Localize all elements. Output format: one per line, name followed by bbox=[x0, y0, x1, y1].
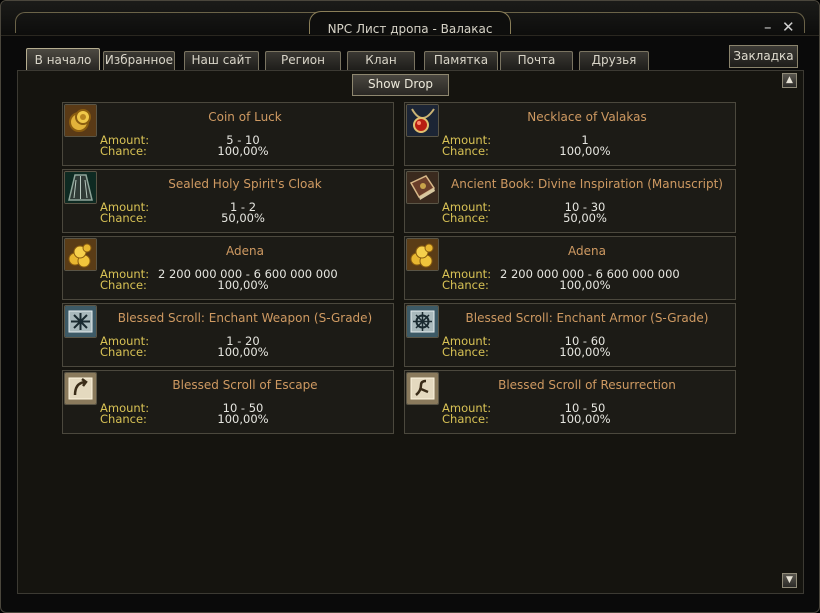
show-drop-button[interactable]: Show Drop bbox=[352, 74, 449, 96]
tab-favorites[interactable]: Избранное bbox=[103, 51, 175, 71]
minimize-icon[interactable]: – bbox=[764, 20, 772, 35]
bookmark-button[interactable]: Закладка bbox=[729, 45, 798, 68]
necklace-icon bbox=[406, 104, 439, 137]
drop-item-card: Blessed Scroll: Enchant Weapon (S-Grade)… bbox=[62, 303, 394, 367]
drop-item-card: Ancient Book: Divine Inspiration (Manusc… bbox=[404, 169, 736, 233]
chance-label: Chance: bbox=[442, 278, 489, 292]
chance-label: Chance: bbox=[442, 412, 489, 426]
chance-label: Chance: bbox=[100, 144, 147, 158]
drop-item-card: Blessed Scroll of Resurrection Amount: 1… bbox=[404, 370, 736, 434]
resurrection-scroll-icon bbox=[406, 372, 439, 405]
tab-our-site[interactable]: Наш сайт bbox=[184, 51, 259, 71]
chance-label: Chance: bbox=[442, 345, 489, 359]
chance-value: 50,00% bbox=[221, 211, 265, 225]
chance-value: 100,00% bbox=[559, 144, 611, 158]
item-name: Necklace of Valakas bbox=[527, 110, 647, 124]
tab-mail[interactable]: Почта bbox=[500, 51, 573, 71]
adena-icon bbox=[406, 238, 439, 271]
window-title: NPC Лист дропа - Валакас bbox=[327, 22, 493, 36]
chance-label: Chance: bbox=[100, 345, 147, 359]
weapon-scroll-icon bbox=[64, 305, 97, 338]
escape-scroll-icon bbox=[64, 372, 97, 405]
drop-item-card: Necklace of Valakas Amount: 1 Chance: 10… bbox=[404, 102, 736, 166]
gold-coin-icon bbox=[64, 104, 97, 137]
chance-value: 100,00% bbox=[217, 412, 269, 426]
drop-item-card: Adena Amount: 2 200 000 000 - 6 600 000 … bbox=[404, 236, 736, 300]
book-icon bbox=[406, 171, 439, 204]
tab-memo[interactable]: Памятка bbox=[424, 51, 498, 71]
scroll-up-button[interactable]: ▲ bbox=[782, 73, 797, 88]
cloak-icon bbox=[64, 171, 97, 204]
tab-friends[interactable]: Друзья bbox=[579, 51, 649, 71]
tab-region[interactable]: Регион bbox=[265, 51, 341, 71]
chance-label: Chance: bbox=[100, 211, 147, 225]
title-bar[interactable]: NPC Лист дропа - Валакас – ✕ bbox=[1, 1, 819, 36]
drop-item-card: Coin of Luck Amount: 5 - 10 Chance: 100,… bbox=[62, 102, 394, 166]
chance-label: Chance: bbox=[100, 278, 147, 292]
item-name: Sealed Holy Spirit's Cloak bbox=[168, 177, 322, 191]
chance-label: Chance: bbox=[100, 412, 147, 426]
drop-item-card: Adena Amount: 2 200 000 000 - 6 600 000 … bbox=[62, 236, 394, 300]
chance-value: 100,00% bbox=[559, 345, 611, 359]
adena-icon bbox=[64, 238, 97, 271]
chance-value: 100,00% bbox=[217, 278, 269, 292]
item-name: Blessed Scroll of Resurrection bbox=[498, 378, 676, 392]
item-name: Adena bbox=[568, 244, 606, 258]
chance-value: 100,00% bbox=[559, 278, 611, 292]
drop-item-card: Sealed Holy Spirit's Cloak Amount: 1 - 2… bbox=[62, 169, 394, 233]
item-name: Coin of Luck bbox=[208, 110, 282, 124]
chance-value: 100,00% bbox=[217, 345, 269, 359]
item-name: Blessed Scroll: Enchant Armor (S-Grade) bbox=[465, 311, 709, 325]
chance-value: 100,00% bbox=[217, 144, 269, 158]
drop-list-window: NPC Лист дропа - Валакас – ✕ В начало Из… bbox=[0, 0, 820, 613]
item-name: Adena bbox=[226, 244, 264, 258]
scroll-down-button[interactable]: ▼ bbox=[782, 573, 797, 588]
item-name: Ancient Book: Divine Inspiration (Manusc… bbox=[451, 177, 723, 191]
armor-scroll-icon bbox=[406, 305, 439, 338]
drop-item-card: Blessed Scroll: Enchant Armor (S-Grade) … bbox=[404, 303, 736, 367]
chance-value: 50,00% bbox=[563, 211, 607, 225]
item-name: Blessed Scroll of Escape bbox=[172, 378, 318, 392]
tab-home[interactable]: В начало bbox=[26, 48, 100, 72]
chance-label: Chance: bbox=[442, 144, 489, 158]
drop-item-card: Blessed Scroll of Escape Amount: 10 - 50… bbox=[62, 370, 394, 434]
chance-value: 100,00% bbox=[559, 412, 611, 426]
chance-label: Chance: bbox=[442, 211, 489, 225]
tab-clan[interactable]: Клан bbox=[347, 51, 415, 71]
close-icon[interactable]: ✕ bbox=[782, 20, 795, 35]
item-name: Blessed Scroll: Enchant Weapon (S-Grade) bbox=[117, 311, 373, 325]
